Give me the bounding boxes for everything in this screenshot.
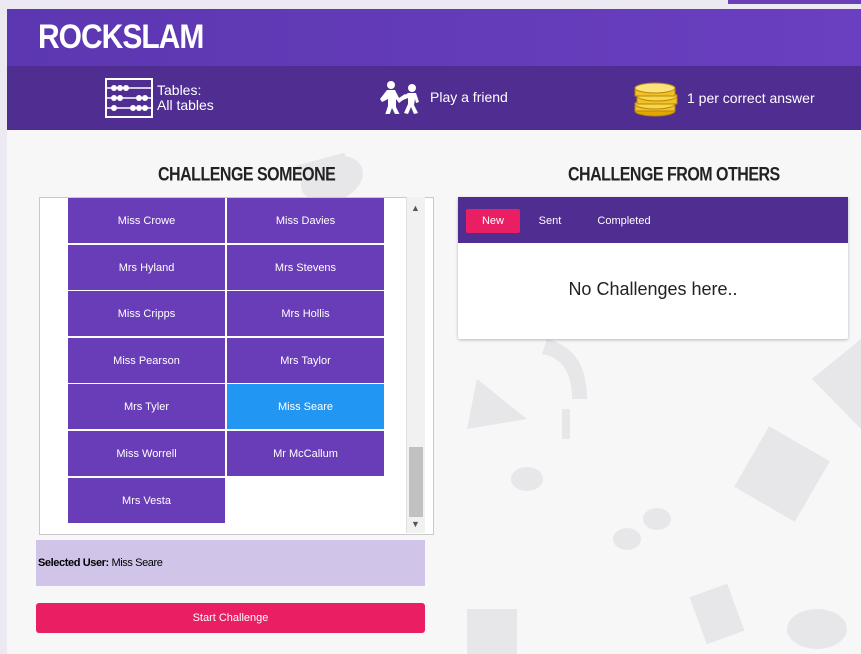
abacus-icon: [105, 78, 153, 118]
top-accent-line: [728, 0, 861, 4]
user-tile[interactable]: Miss Davies: [227, 198, 384, 243]
start-challenge-button[interactable]: Start Challenge: [36, 603, 425, 633]
user-tile[interactable]: Miss Worrell: [68, 431, 225, 476]
app-logo: ROCKSLAM: [38, 18, 204, 56]
mode-info: Play a friend: [379, 80, 508, 114]
user-tile[interactable]: Mrs Vesta: [68, 478, 225, 523]
gold-coins-icon: [634, 82, 678, 117]
user-tile[interactable]: Mrs Taylor: [227, 338, 384, 383]
app-window: ROCKSLAM Tables: All tables Play a frien…: [7, 9, 861, 654]
tab-sent[interactable]: Sent: [530, 209, 570, 233]
challenge-tabs: New Sent Completed: [458, 197, 848, 243]
game-info-bar: Tables: All tables Play a friend 1 per c…: [7, 66, 861, 130]
selected-user-prefix: Selected User:: [38, 557, 109, 569]
empty-challenges-message: No Challenges here..: [568, 279, 738, 299]
challenges-card: New Sent Completed No Challenges here..: [458, 197, 848, 339]
tables-label: Tables:: [157, 82, 202, 98]
user-tile[interactable]: Miss Crowe: [68, 198, 225, 243]
user-tile[interactable]: Mr McCallum: [227, 431, 384, 476]
challenge-someone-title: CHALLENGE SOMEONE: [158, 165, 336, 186]
user-tile[interactable]: Miss Cripps: [68, 291, 225, 336]
selected-user-name: Miss Seare: [111, 557, 163, 569]
user-list-scrollbar[interactable]: ▲ ▼: [406, 197, 425, 533]
tab-new[interactable]: New: [466, 209, 520, 233]
user-tile[interactable]: Miss Pearson: [68, 338, 225, 383]
user-list-panel[interactable]: Miss Crowe Miss Davies Mrs Hyland Mrs St…: [39, 197, 434, 535]
user-tile[interactable]: Mrs Hyland: [68, 245, 225, 290]
scroll-down-arrow-icon[interactable]: ▼: [411, 519, 420, 529]
selected-user-text: Selected User: Miss Seare: [38, 557, 163, 569]
tab-completed[interactable]: Completed: [586, 209, 662, 233]
challenge-from-others-title: CHALLENGE FROM OTHERS: [568, 165, 780, 186]
reward-info: 1 per correct answer: [633, 78, 815, 118]
selected-user-bar: Selected User: Miss Seare: [36, 540, 425, 586]
app-header: ROCKSLAM: [7, 9, 861, 66]
scroll-up-arrow-icon[interactable]: ▲: [411, 203, 420, 213]
user-tile[interactable]: Mrs Stevens: [227, 245, 384, 290]
dancing-people-icon: [380, 81, 419, 114]
reward-label: 1 per correct answer: [687, 89, 815, 106]
scrollbar-thumb[interactable]: [409, 447, 423, 517]
user-tile[interactable]: Mrs Tyler: [68, 384, 225, 429]
mode-label: Play a friend: [430, 88, 508, 105]
user-tile-selected[interactable]: Miss Seare: [227, 384, 384, 429]
user-tile[interactable]: Mrs Hollis: [227, 291, 384, 336]
tables-value: All tables: [157, 97, 214, 113]
tables-info: Tables: All tables: [105, 78, 214, 118]
